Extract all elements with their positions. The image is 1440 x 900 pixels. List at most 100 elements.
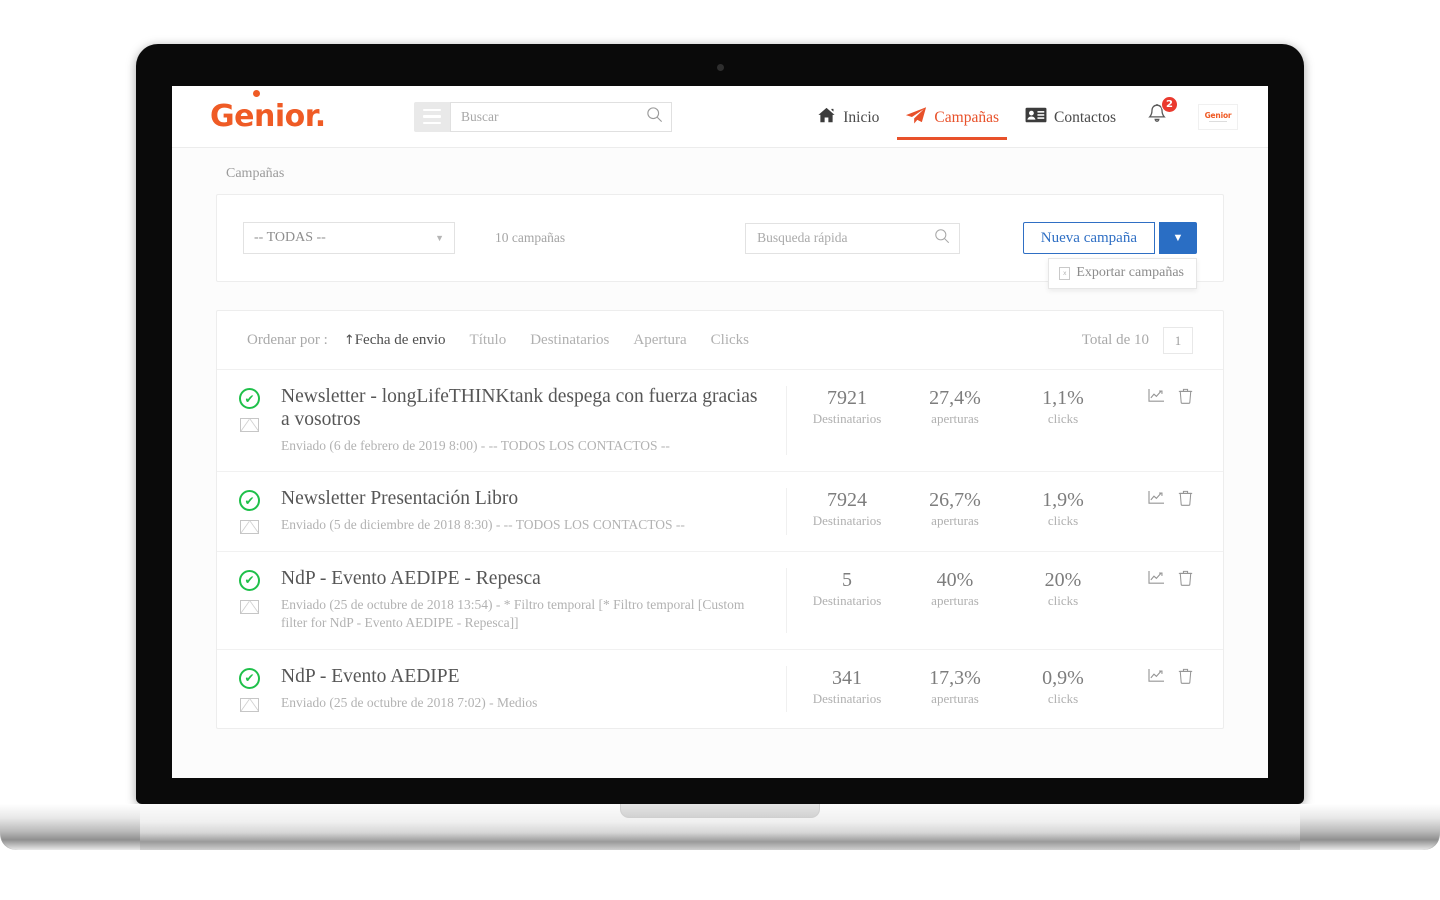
campaign-list-card: Ordenar por : ↑Fecha de envio Título Des… [216,310,1224,730]
search-icon [934,228,950,249]
laptop-mockup: Genior. Buscar Inicio Campañas Contactos… [0,0,1440,900]
stat-opens-label: aperturas [931,592,979,608]
nav-label-campanas: Campañas [934,108,999,126]
delete-trash-icon[interactable] [1178,490,1193,534]
stat-opens: 27,4% aperturas [901,386,1009,455]
chevron-down-icon: ▼ [435,233,444,243]
table-row[interactable]: ✔ Newsletter - longLifeTHINKtank despega… [217,370,1223,473]
table-row[interactable]: ✔ Newsletter Presentación Libro Enviado … [217,472,1223,552]
stat-recipients-label: Destinatarios [812,592,882,608]
avatar-underline [1209,121,1227,122]
quick-search-input[interactable] [757,230,935,246]
webcam-icon [716,64,724,71]
campaign-title[interactable]: NdP - Evento AEDIPE - Repesca [281,568,770,591]
nav-label-contactos: Contactos [1054,108,1116,126]
stat-recipients-label: Destinatarios [812,690,882,706]
envelope-icon [240,418,259,432]
stat-recipients: 7921 Destinatarios [793,386,901,455]
stat-recipients-label: Destinatarios [812,513,882,529]
quick-search-box[interactable] [745,222,961,254]
stat-recipients-value: 5 [842,568,852,591]
sort-option-destinatarios[interactable]: Destinatarios [530,332,609,349]
stat-opens-label: aperturas [931,690,979,706]
row-status-icons: ✔ [239,386,281,455]
row-stats: 341 Destinatarios 17,3% aperturas 0,9% c… [787,666,1117,712]
brand-name: Genior [210,98,315,134]
statistics-chart-icon[interactable] [1148,388,1165,455]
stat-opens: 26,7% aperturas [901,488,1009,534]
stat-opens-value: 26,7% [929,489,981,512]
stat-opens-value: 40% [936,568,974,591]
delete-trash-icon[interactable] [1178,570,1193,633]
hamburger-icon[interactable] [414,102,450,132]
notifications-bell-icon[interactable]: 2 [1142,95,1178,131]
laptop-lid: Genior. Buscar Inicio Campañas Contactos… [136,44,1304,804]
row-status-icons: ✔ [239,666,281,712]
nav-item-campanas[interactable]: Campañas [897,86,1007,148]
new-campaign-button[interactable]: Nueva campaña [1022,222,1155,254]
table-row[interactable]: ✔ NdP - Evento AEDIPE Enviado (25 de oct… [217,650,1223,728]
sort-arrow-up-icon: ↑ [343,333,355,348]
notification-count-badge: 2 [1161,95,1178,113]
campaign-title[interactable]: Newsletter Presentación Libro [281,488,770,511]
row-stats: 7924 Destinatarios 26,7% aperturas 1,9% … [787,488,1117,534]
app-header: Genior. Buscar Inicio Campañas Contactos… [172,86,1268,148]
status-sent-check-icon: ✔ [239,388,260,409]
stat-opens-label: aperturas [931,513,979,529]
total-label: Total de 10 [1081,332,1149,348]
campaign-type-select-value: -- TODAS -- [254,230,326,245]
statistics-chart-icon[interactable] [1148,490,1165,534]
page-number-box[interactable]: 1 [1163,327,1193,354]
filter-card: -- TODAS -- ▼ 10 campañas Busqueda rápid… [216,194,1224,289]
stat-clicks-label: clicks [1047,690,1079,706]
avatar[interactable]: Genior [1198,103,1238,130]
sort-option-fecha[interactable]: ↑Fecha de envio [344,332,446,349]
campaign-title[interactable]: NdP - Evento AEDIPE [281,666,770,689]
new-campaign-dropdown-toggle[interactable]: ▼ [1159,222,1197,254]
laptop-base-lip [620,804,820,818]
stat-recipients: 341 Destinatarios [793,666,901,712]
statistics-chart-icon[interactable] [1148,668,1165,712]
status-sent-check-icon: ✔ [239,569,260,591]
row-actions [1117,666,1193,712]
campaign-title[interactable]: Newsletter - longLifeTHINKtank despega c… [281,386,770,432]
stat-clicks-value: 1,9% [1042,489,1084,512]
stat-opens-value: 17,3% [929,666,981,689]
campaign-subtitle: Enviado (5 de diciembre de 2018 8:30) - … [281,517,685,533]
stat-clicks-label: clicks [1047,411,1079,426]
stat-recipients-value: 341 [832,666,862,689]
avatar-label: Genior [1204,111,1232,120]
stat-opens: 17,3% aperturas [901,666,1009,712]
stat-clicks-label: clicks [1047,513,1079,529]
table-row[interactable]: ✔ NdP - Evento AEDIPE - Repesca Enviado … [217,552,1223,650]
stat-clicks-label: clicks [1047,592,1079,608]
export-campaigns-label: Exportar campañas [1076,265,1184,280]
export-campaigns-menu[interactable]: x Exportar campañas [1048,258,1197,289]
sort-option-fecha-label: Fecha de envio [354,332,446,348]
sort-option-apertura[interactable]: Apertura [633,332,686,349]
sort-option-titulo[interactable]: Título [470,332,507,349]
laptop-base-right-edge [1300,804,1440,850]
caret-down-icon: ▼ [1172,232,1184,244]
delete-trash-icon[interactable] [1178,388,1193,455]
nav-label-inicio: Inicio [843,108,880,126]
campaign-subtitle: Enviado (25 de octubre de 2018 13:54) - … [281,596,745,631]
statistics-chart-icon[interactable] [1148,570,1165,633]
nav-item-contactos[interactable]: Contactos [1025,86,1116,148]
sort-option-clicks[interactable]: Clicks [711,332,749,349]
new-campaign-group: Nueva campaña ▼ x Exportar campañas [1022,222,1197,289]
global-search-box[interactable] [450,101,672,132]
stat-clicks-value: 1,1% [1042,387,1084,409]
nav-item-inicio[interactable]: Inicio [817,86,879,148]
pagination: Total de 10 1 [1082,327,1193,354]
delete-trash-icon[interactable] [1178,668,1193,712]
paper-plane-icon [905,106,927,130]
search-input[interactable] [461,108,646,125]
row-main: Newsletter - longLifeTHINKtank despega c… [281,386,787,456]
screen: Genior. Buscar Inicio Campañas Contactos… [172,86,1268,778]
row-stats: 5 Destinatarios 40% aperturas 20% clicks [787,568,1117,633]
stat-opens: 40% aperturas [901,568,1009,633]
campaign-type-select[interactable]: -- TODAS -- ▼ [243,222,455,254]
envelope-icon [240,599,259,614]
brand-logo[interactable]: Genior. [172,89,402,134]
